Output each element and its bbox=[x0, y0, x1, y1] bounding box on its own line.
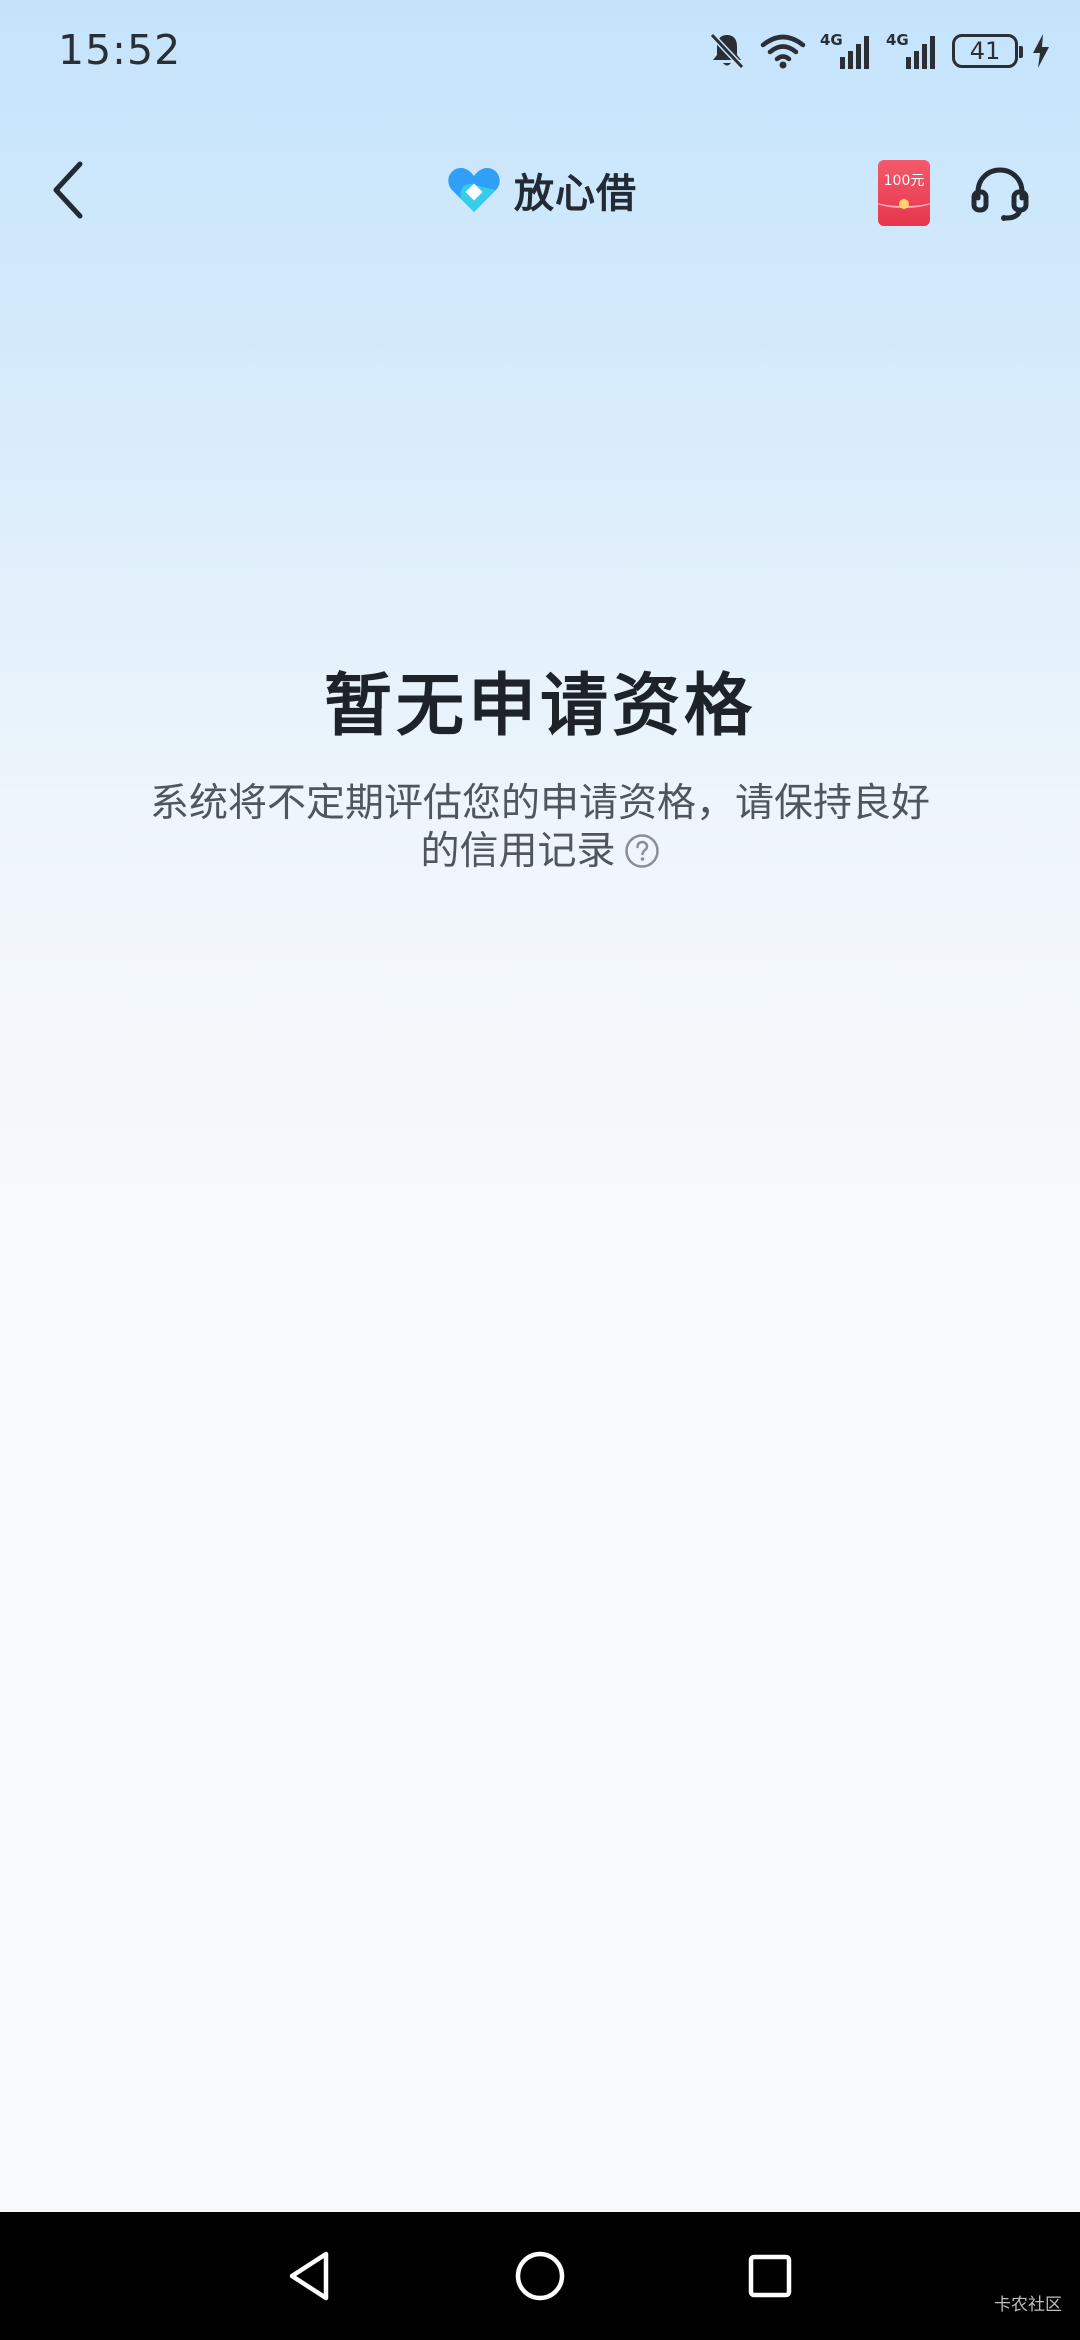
redpacket-label: 100元 bbox=[883, 173, 925, 189]
status-icons: 4G 4G 41 bbox=[708, 28, 1050, 74]
nav-home-button[interactable] bbox=[508, 2244, 572, 2308]
redpacket-icon bbox=[899, 199, 909, 209]
description-text: 系统将不定期评估您的申请资格，请保持良好的信用记录 bbox=[150, 780, 930, 876]
network-label-1: 4G bbox=[820, 31, 843, 49]
customer-support-button[interactable] bbox=[962, 156, 1038, 232]
bell-muted-icon bbox=[709, 32, 745, 70]
status-bar: 15:52 4G 4G 41 bbox=[0, 0, 1080, 104]
redpacket-button[interactable]: 100元 bbox=[878, 160, 930, 226]
network-label-2: 4G bbox=[886, 31, 909, 49]
nav-home-circle-icon bbox=[515, 2251, 565, 2301]
brand: 放心借 bbox=[446, 162, 637, 218]
header: 放心借 100元 bbox=[0, 130, 1080, 250]
nav-recent-button[interactable] bbox=[738, 2244, 802, 2308]
back-arrow-icon bbox=[53, 161, 83, 219]
page-title: 暂无申请资格 bbox=[323, 667, 756, 746]
signal-icon: 4G bbox=[820, 31, 869, 69]
back-button[interactable] bbox=[30, 152, 106, 228]
description-body: 系统将不定期评估您的申请资格，请保持良好的信用记录 bbox=[150, 781, 931, 874]
signal-icon: 4G bbox=[886, 31, 935, 69]
nav-back-triangle-icon bbox=[289, 2251, 329, 2301]
question-circle-icon[interactable] bbox=[624, 833, 660, 869]
brand-name: 放心借 bbox=[514, 171, 637, 217]
headset-support-icon bbox=[971, 167, 1029, 221]
battery-icon: 41 bbox=[952, 34, 1023, 68]
nav-recent-square-icon bbox=[748, 2254, 792, 2298]
wifi-icon bbox=[760, 34, 806, 69]
brand-logo-icon bbox=[448, 168, 500, 212]
status-time: 15:52 bbox=[58, 26, 182, 74]
battery-level: 41 bbox=[969, 37, 1001, 65]
watermark: 卡农社区 bbox=[994, 2295, 1062, 2315]
system-navigation-bar bbox=[0, 2212, 1080, 2340]
charging-icon bbox=[1033, 34, 1049, 68]
nav-back-button[interactable] bbox=[278, 2244, 342, 2308]
